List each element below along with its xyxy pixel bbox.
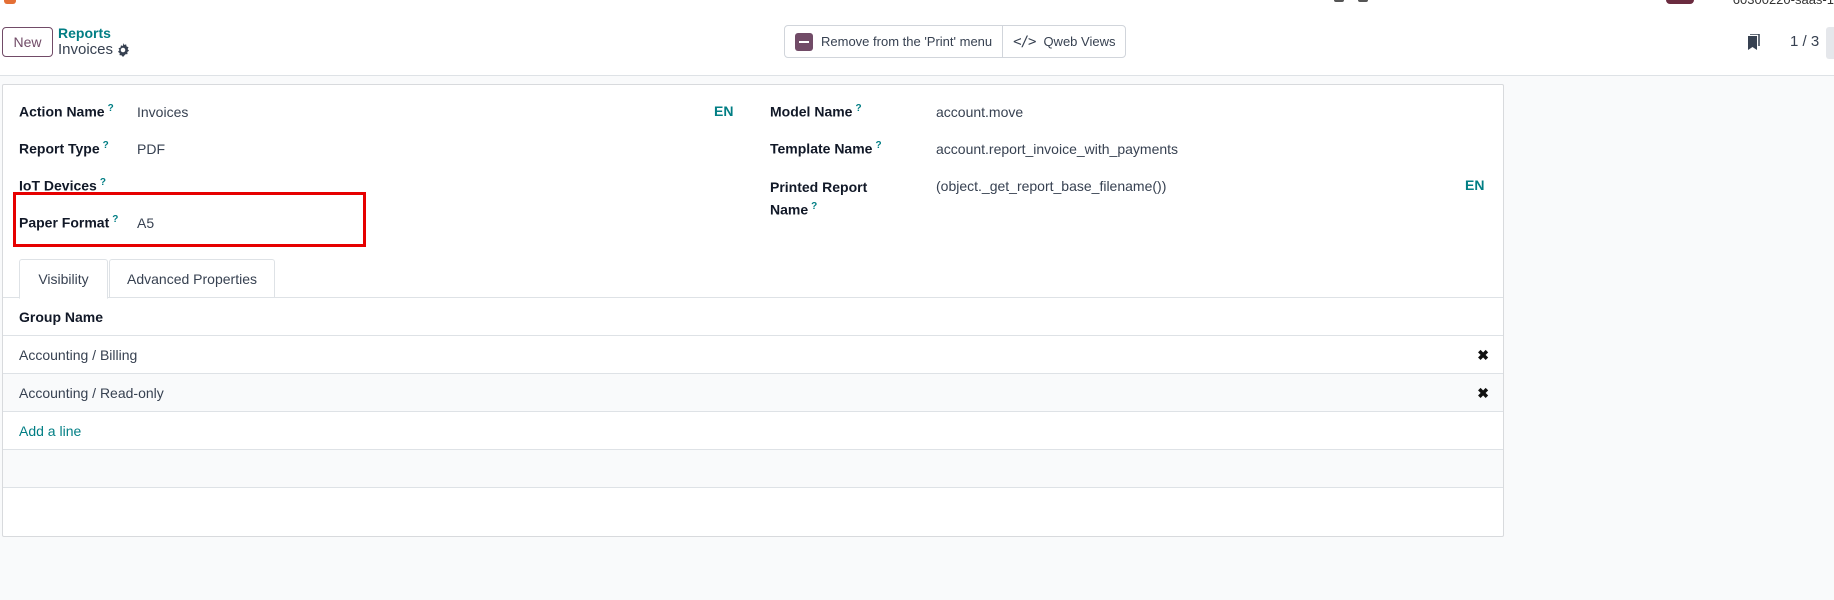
help-icon[interactable]: ?	[875, 140, 881, 151]
help-icon[interactable]: ?	[811, 201, 817, 212]
help-icon[interactable]: ?	[108, 103, 114, 114]
table-header: Group Name	[3, 298, 1503, 336]
qweb-views-label: Qweb Views	[1043, 34, 1116, 49]
template-name-label: Template Name?	[770, 140, 882, 157]
group-name-cell[interactable]: Accounting / Read-only	[19, 385, 164, 401]
delete-row-icon[interactable]: ✖	[1477, 385, 1489, 402]
help-icon[interactable]: ?	[855, 103, 861, 114]
report-type-label: Report Type?	[19, 140, 109, 157]
action-button-group: Remove from the 'Print' menu </> Qweb Vi…	[784, 25, 1127, 58]
add-line-link[interactable]: Add a line	[19, 423, 81, 439]
chat-icon[interactable]	[1334, 0, 1344, 2]
activity-icon[interactable]	[1358, 0, 1368, 2]
printed-report-name-label: Printed Report Name?	[770, 179, 868, 218]
pager-next-button[interactable]	[1826, 27, 1834, 59]
remove-print-button[interactable]: Remove from the 'Print' menu	[785, 26, 1002, 57]
translate-button[interactable]: EN	[714, 103, 733, 119]
table-row-empty	[3, 450, 1503, 488]
model-name-label: Model Name?	[770, 103, 862, 120]
notebook-tabs: Visibility Advanced Properties	[3, 259, 1503, 299]
gear-icon[interactable]	[116, 43, 130, 57]
highlight-annotation	[13, 192, 366, 247]
tab-visibility[interactable]: Visibility	[19, 259, 108, 299]
bookmark-icon[interactable]	[1745, 34, 1761, 52]
control-panel: New Reports Invoices Remove from the 'Pr…	[0, 6, 1834, 76]
model-name-field[interactable]: account.move	[936, 104, 1023, 120]
action-name-field[interactable]: Invoices	[137, 104, 188, 120]
qweb-views-button[interactable]: </> Qweb Views	[1002, 26, 1125, 57]
add-line-row: Add a line	[3, 412, 1503, 450]
translate-button[interactable]: EN	[1465, 177, 1484, 193]
app-logo-icon[interactable]	[4, 0, 16, 4]
column-header-group-name[interactable]: Group Name	[19, 309, 103, 325]
printed-report-name-field[interactable]: (object._get_report_base_filename())	[936, 178, 1166, 194]
breadcrumb-current: Invoices	[58, 41, 114, 58]
help-icon[interactable]: ?	[100, 177, 106, 188]
minus-icon	[795, 32, 813, 51]
help-icon[interactable]: ?	[103, 140, 109, 151]
template-name-field[interactable]: account.report_invoice_with_payments	[936, 141, 1178, 157]
table-row[interactable]: Accounting / Billing ✖	[3, 336, 1503, 374]
action-name-label: Action Name?	[19, 103, 114, 120]
code-icon: </>	[1013, 33, 1036, 50]
report-type-field[interactable]: PDF	[137, 141, 165, 157]
breadcrumb-parent[interactable]: Reports	[58, 25, 111, 41]
form-sheet: Action Name? Invoices EN Report Type? PD…	[2, 84, 1504, 537]
pager-value[interactable]: 1 / 3	[1790, 33, 1819, 50]
delete-row-icon[interactable]: ✖	[1477, 347, 1489, 364]
avatar[interactable]	[1666, 0, 1694, 4]
group-name-cell[interactable]: Accounting / Billing	[19, 347, 137, 363]
table-row[interactable]: Accounting / Read-only ✖	[3, 374, 1503, 412]
tab-advanced-properties[interactable]: Advanced Properties	[109, 259, 275, 298]
new-button[interactable]: New	[2, 27, 53, 57]
remove-print-label: Remove from the 'Print' menu	[821, 34, 993, 49]
